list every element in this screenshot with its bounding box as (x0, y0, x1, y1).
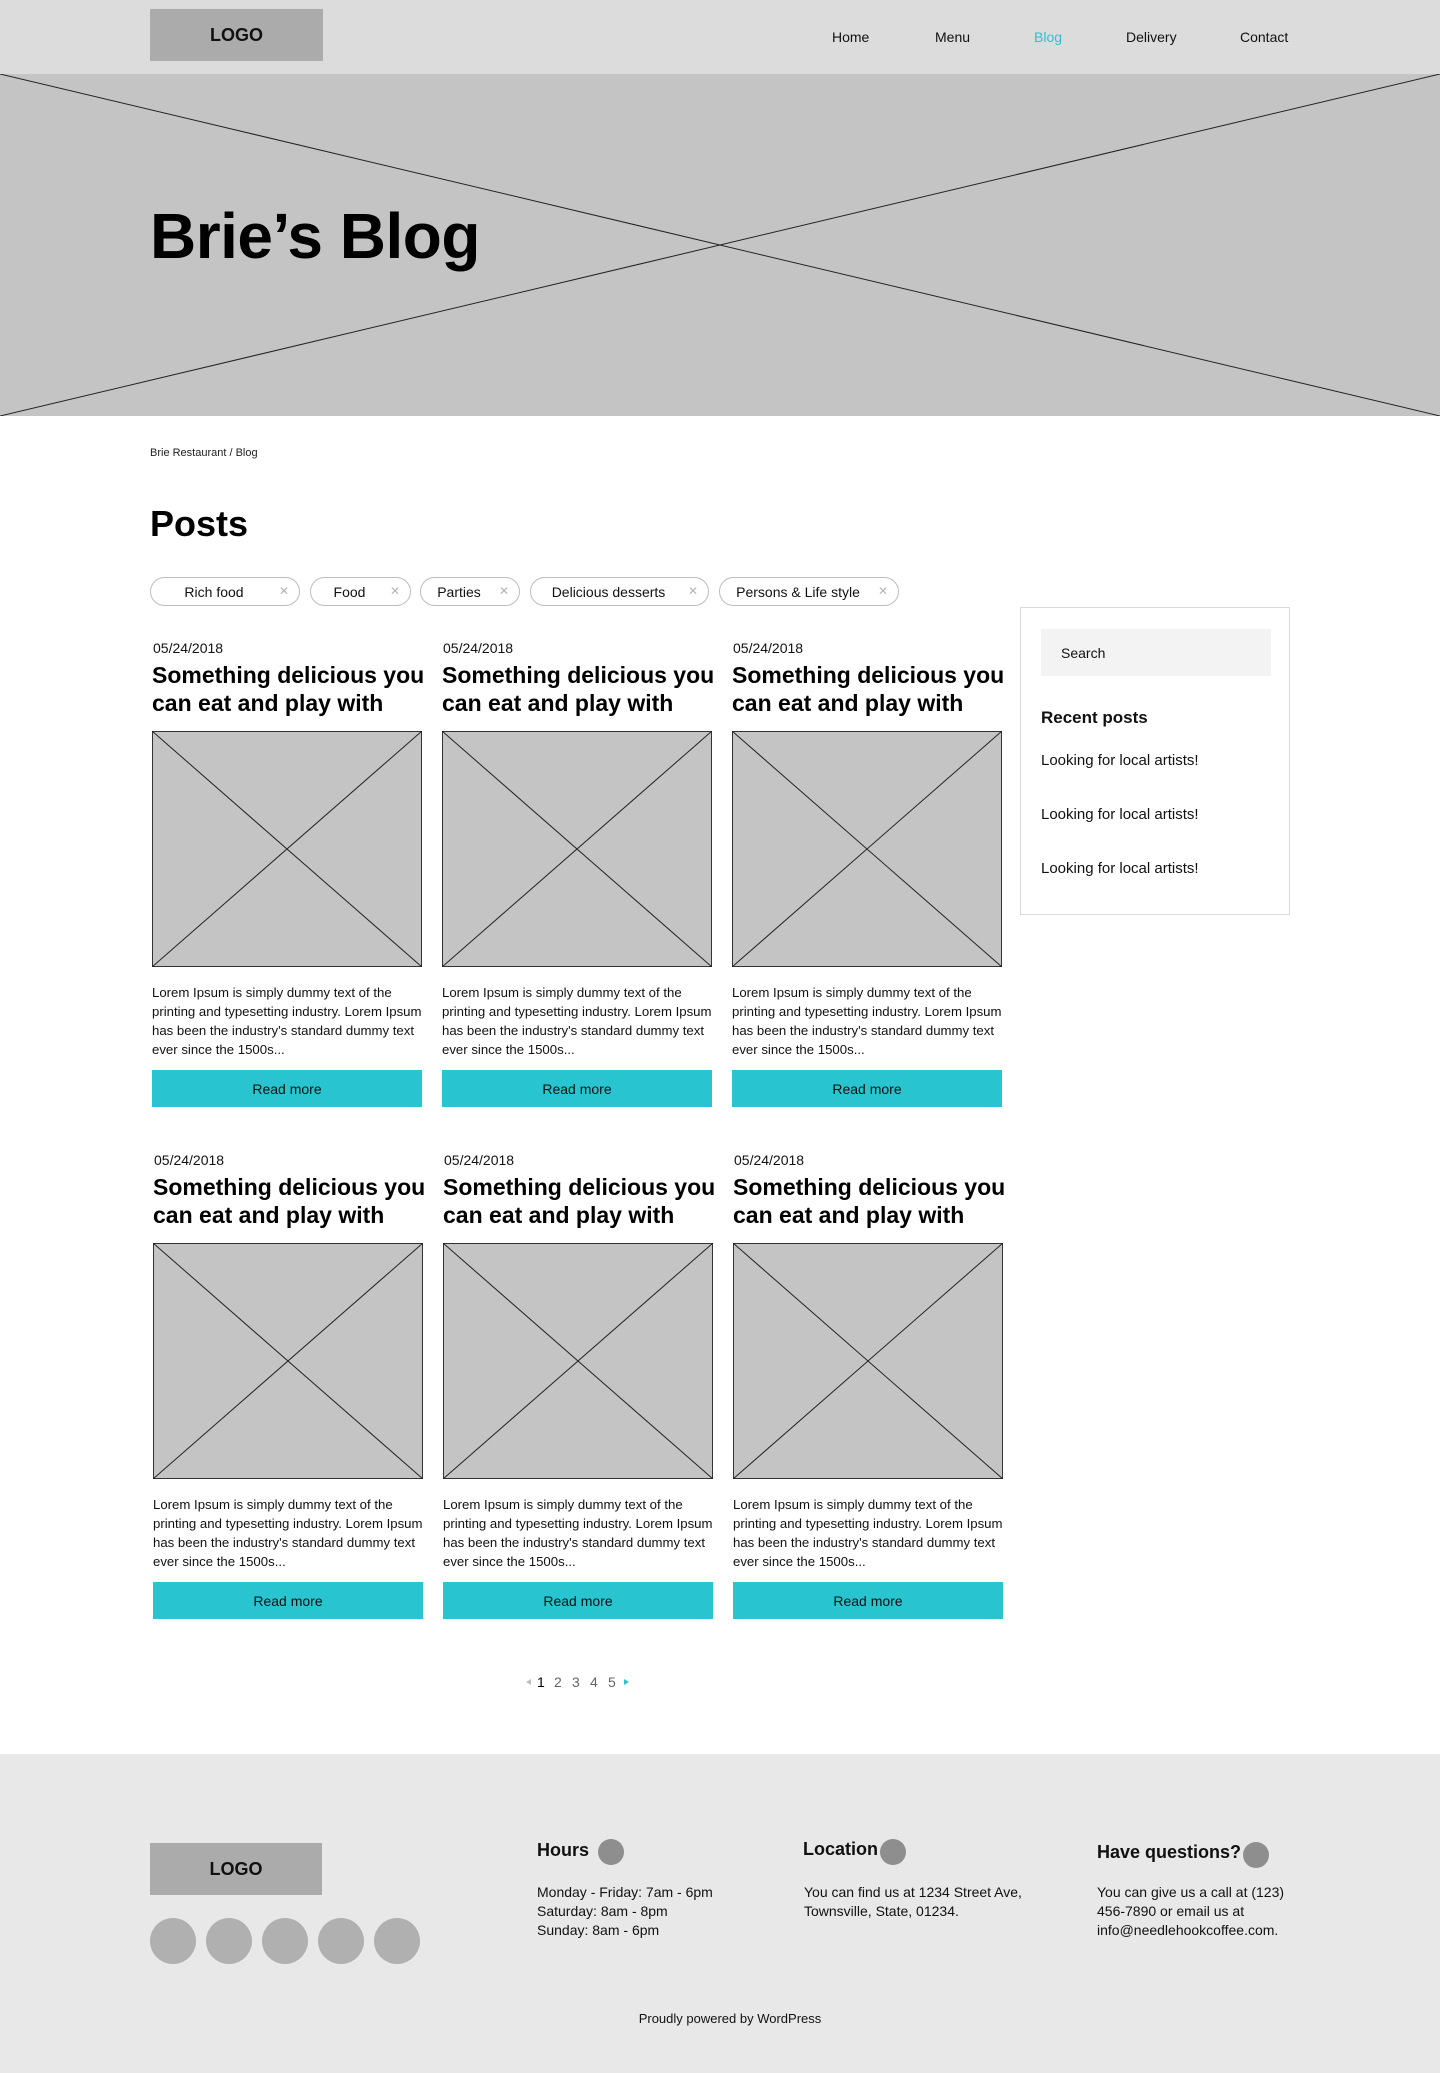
logo[interactable]: LOGO (150, 9, 323, 61)
phone-icon (1243, 1842, 1269, 1868)
close-icon[interactable]: ✕ (390, 584, 400, 598)
post-title[interactable]: Something delicious you can eat and play… (153, 1173, 433, 1229)
post-image-placeholder[interactable] (443, 1243, 713, 1479)
recent-post-link[interactable]: Looking for local artists! (1041, 860, 1199, 877)
hours-text: Monday - Friday: 7am - 6pm Saturday: 8am… (537, 1883, 713, 1940)
read-more-button[interactable]: Read more (732, 1070, 1002, 1107)
post-image-placeholder[interactable] (153, 1243, 423, 1479)
questions-line[interactable]: info@needlehookcoffee.com. (1097, 1921, 1284, 1940)
site-header: LOGO Home Menu Blog Delivery Contact (0, 0, 1440, 74)
read-more-button[interactable]: Read more (153, 1582, 423, 1619)
page-link-1[interactable]: 1 (537, 1674, 545, 1690)
social-icon[interactable] (150, 1918, 196, 1964)
page-title: Brie’s Blog (150, 200, 480, 272)
read-more-button[interactable]: Read more (443, 1582, 713, 1619)
filter-chip-parties[interactable]: Parties ✕ (420, 577, 520, 606)
recent-posts-heading: Recent posts (1041, 708, 1148, 727)
map-pin-icon (880, 1839, 906, 1865)
post-title[interactable]: Something delicious you can eat and play… (732, 661, 1012, 717)
close-icon[interactable]: ✕ (279, 584, 289, 598)
nav-contact[interactable]: Contact (1240, 0, 1288, 74)
recent-post-link[interactable]: Looking for local artists! (1041, 806, 1199, 823)
nav-menu[interactable]: Menu (935, 0, 970, 74)
post-image-placeholder[interactable] (733, 1243, 1003, 1479)
post-excerpt: Lorem Ipsum is simply dummy text of the … (152, 985, 422, 1057)
social-icon[interactable] (374, 1918, 420, 1964)
post-title[interactable]: Something delicious you can eat and play… (442, 661, 722, 717)
filter-chip-label: Persons & Life style (736, 583, 860, 600)
post-title[interactable]: Something delicious you can eat and play… (443, 1173, 723, 1229)
footer-logo[interactable]: LOGO (150, 1843, 322, 1895)
post-date: 05/24/2018 (733, 640, 804, 656)
page-link-4[interactable]: 4 (590, 1674, 598, 1690)
questions-line: 456-7890 or email us at (1097, 1903, 1245, 1919)
post-image-placeholder[interactable] (732, 731, 1002, 967)
close-icon[interactable]: ✕ (688, 584, 698, 598)
post-title[interactable]: Something delicious you can eat and play… (733, 1173, 1013, 1229)
social-icon[interactable] (206, 1918, 252, 1964)
hours-line: Saturday: 8am - 8pm (537, 1903, 668, 1919)
footer-credit[interactable]: Proudly powered by WordPress (0, 2011, 1440, 2026)
post-image-placeholder[interactable] (442, 731, 712, 967)
clock-icon (598, 1839, 624, 1865)
breadcrumb[interactable]: Brie Restaurant / Blog (150, 447, 258, 459)
arrow-right-icon[interactable] (624, 1679, 629, 1685)
arrow-left-icon[interactable] (526, 1679, 531, 1685)
questions-text: You can give us a call at (123) 456-7890… (1097, 1883, 1284, 1940)
page-link-5[interactable]: 5 (608, 1674, 616, 1690)
post-excerpt: Lorem Ipsum is simply dummy text of the … (732, 985, 1002, 1057)
post-date: 05/24/2018 (444, 1152, 515, 1168)
location-heading: Location (803, 1839, 878, 1859)
post-excerpt: Lorem Ipsum is simply dummy text of the … (733, 1497, 1003, 1569)
hours-line: Monday - Friday: 7am - 6pm (537, 1884, 713, 1900)
social-icon[interactable] (318, 1918, 364, 1964)
location-line: Townsville, State, 01234. (804, 1903, 959, 1919)
close-icon[interactable]: ✕ (878, 584, 888, 598)
post-date: 05/24/2018 (734, 1152, 805, 1168)
filter-chip-label: Parties (437, 583, 481, 600)
posts-heading: Posts (150, 503, 249, 544)
post-excerpt: Lorem Ipsum is simply dummy text of the … (442, 985, 712, 1057)
filter-chip-delicious-desserts[interactable]: Delicious desserts ✕ (530, 577, 709, 606)
hours-heading: Hours (537, 1840, 590, 1860)
filter-chip-rich-food[interactable]: Rich food ✕ (150, 577, 300, 606)
read-more-button[interactable]: Read more (152, 1070, 422, 1107)
filter-chip-food[interactable]: Food ✕ (310, 577, 411, 606)
filter-chip-persons-life-style[interactable]: Persons & Life style ✕ (719, 577, 899, 606)
post-image-placeholder[interactable] (152, 731, 422, 967)
page-link-3[interactable]: 3 (572, 1674, 580, 1690)
post-excerpt: Lorem Ipsum is simply dummy text of the … (443, 1497, 713, 1569)
social-icon[interactable] (262, 1918, 308, 1964)
site-footer: LOGO Hours Monday - Friday: 7am - 6pm Sa… (0, 1754, 1440, 2073)
hero-banner: Brie’s Blog (0, 74, 1440, 416)
search-input[interactable]: Search (1041, 629, 1271, 676)
location-line: You can find us at 1234 Street Ave, (804, 1884, 1022, 1900)
nav-delivery[interactable]: Delivery (1126, 0, 1177, 74)
post-date: 05/24/2018 (443, 640, 514, 656)
read-more-button[interactable]: Read more (733, 1582, 1003, 1619)
hours-line: Sunday: 8am - 6pm (537, 1922, 660, 1938)
questions-heading: Have questions? (1097, 1842, 1242, 1862)
filter-chip-label: Food (333, 583, 366, 600)
location-text: You can find us at 1234 Street Ave, Town… (804, 1883, 1022, 1921)
post-date: 05/24/2018 (153, 640, 224, 656)
post-title[interactable]: Something delicious you can eat and play… (152, 661, 432, 717)
read-more-button[interactable]: Read more (442, 1070, 712, 1107)
sidebar: Search Recent posts Looking for local ar… (1020, 607, 1290, 915)
post-date: 05/24/2018 (154, 1152, 225, 1168)
filter-chip-label: Rich food (184, 583, 244, 600)
close-icon[interactable]: ✕ (499, 584, 509, 598)
page-link-2[interactable]: 2 (554, 1674, 562, 1690)
post-excerpt: Lorem Ipsum is simply dummy text of the … (153, 1497, 423, 1569)
nav-home[interactable]: Home (832, 0, 869, 74)
filter-chip-label: Delicious desserts (551, 583, 666, 600)
nav-blog[interactable]: Blog (1034, 0, 1062, 74)
recent-post-link[interactable]: Looking for local artists! (1041, 752, 1199, 769)
questions-line: You can give us a call at (123) (1097, 1884, 1285, 1900)
